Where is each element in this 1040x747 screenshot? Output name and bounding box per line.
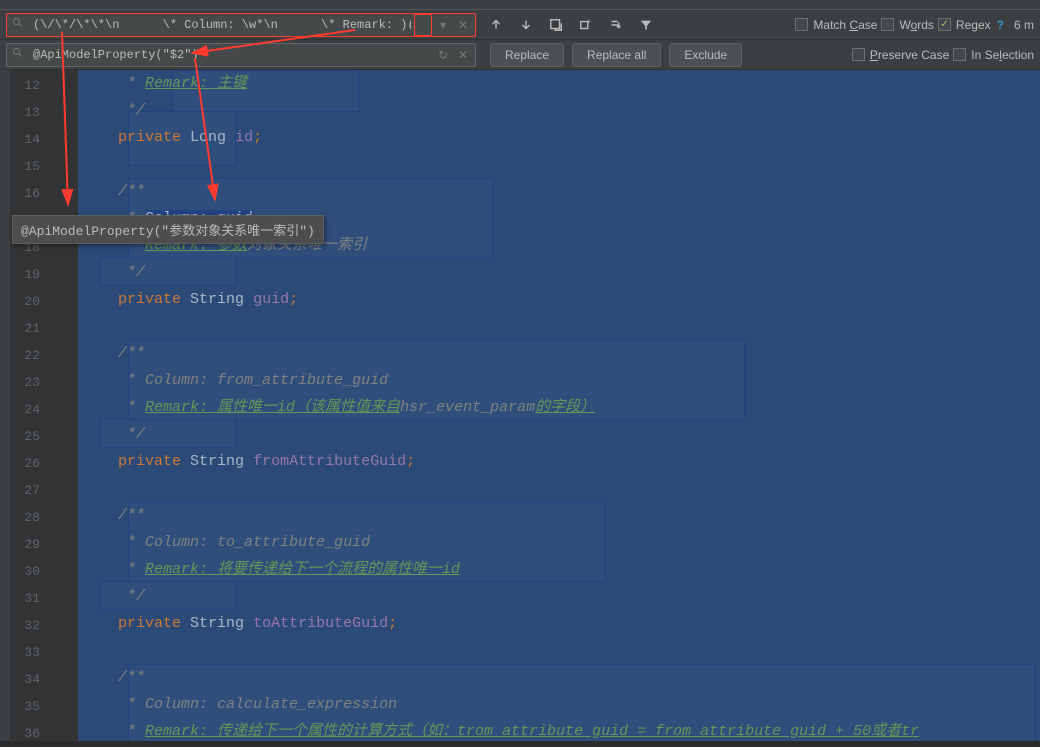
match-case-checkbox[interactable]: Match Case <box>795 18 877 32</box>
tab-strip <box>0 0 1040 10</box>
code-line[interactable] <box>78 475 1040 502</box>
line-number: 14 <box>10 126 62 153</box>
replace-history-icon[interactable]: ↻ <box>434 46 452 64</box>
replace-input-wrap: ↻ ✕ <box>6 43 476 67</box>
line-number: 22 <box>10 342 62 369</box>
line-number: 20 <box>10 288 62 315</box>
find-bar: ▾ ✕ + Match Case Words Regex ? 6 m <box>0 10 1040 40</box>
line-number: 36 <box>10 720 62 747</box>
tool-window-stripe[interactable] <box>0 70 10 741</box>
code-line[interactable]: /** <box>78 664 1040 691</box>
line-number: 28 <box>10 504 62 531</box>
replace-all-button[interactable]: Replace all <box>572 43 661 67</box>
code-area[interactable]: * Remark: 主键 */ private Long id; /** * C… <box>78 70 1040 741</box>
code-line[interactable]: /** <box>78 340 1040 367</box>
in-selection-checkbox[interactable]: In Selection <box>953 48 1034 62</box>
code-line[interactable]: * Column: to_attribute_guid <box>78 529 1040 556</box>
line-number: 21 <box>10 315 62 342</box>
preserve-case-checkbox[interactable]: Preserve Case <box>852 48 949 62</box>
add-selection-icon[interactable]: + <box>576 15 596 35</box>
line-number: 27 <box>10 477 62 504</box>
code-line[interactable] <box>78 151 1040 178</box>
clear-find-icon[interactable]: ✕ <box>454 16 472 34</box>
code-line[interactable]: * Remark: 传递给下一个属性的计算方式（如：trom_attribute… <box>78 718 1040 741</box>
regex-help-icon[interactable]: ? <box>997 18 1004 32</box>
code-line[interactable]: private String guid; <box>78 286 1040 313</box>
code-line[interactable]: * Column: calculate_expression <box>78 691 1040 718</box>
line-number: 32 <box>10 612 62 639</box>
code-line[interactable]: * Remark: 将要传递给下一个流程的属性唯一id <box>78 556 1040 583</box>
code-line[interactable]: */ <box>78 97 1040 124</box>
code-line[interactable]: private Long id; <box>78 124 1040 151</box>
match-count: 6 m <box>1014 18 1034 32</box>
line-number: 26 <box>10 450 62 477</box>
end-of-pattern-marker <box>414 14 432 36</box>
words-checkbox[interactable]: Words <box>881 18 933 32</box>
line-number: 35 <box>10 693 62 720</box>
select-all-icon[interactable] <box>546 15 566 35</box>
code-line[interactable] <box>78 313 1040 340</box>
replace-preview-tooltip: @ApiModelProperty("参数对象关系唯一索引") <box>12 215 324 244</box>
history-dropdown-icon[interactable]: ▾ <box>434 16 452 34</box>
code-line[interactable] <box>78 637 1040 664</box>
code-line[interactable]: /** <box>78 178 1040 205</box>
fold-column[interactable] <box>62 70 78 741</box>
replace-button[interactable]: Replace <box>490 43 564 67</box>
code-line[interactable]: * Remark: 主键 <box>78 70 1040 97</box>
find-input-wrap: ▾ ✕ <box>6 13 476 37</box>
editor-area: 1213141516171819202122232425262728293031… <box>0 70 1040 741</box>
line-number: 16 <box>10 180 62 207</box>
line-number: 33 <box>10 639 62 666</box>
svg-text:+: + <box>587 18 591 25</box>
line-number: 13 <box>10 99 62 126</box>
line-number: 23 <box>10 369 62 396</box>
next-match-icon[interactable] <box>516 15 536 35</box>
code-line[interactable]: * Column: from_attribute_guid <box>78 367 1040 394</box>
code-line[interactable]: */ <box>78 583 1040 610</box>
line-number: 19 <box>10 261 62 288</box>
code-line[interactable]: */ <box>78 421 1040 448</box>
line-number: 31 <box>10 585 62 612</box>
search-icon <box>7 17 29 33</box>
line-number: 25 <box>10 423 62 450</box>
exclude-button[interactable]: Exclude <box>669 43 742 67</box>
replace-input[interactable] <box>29 48 434 62</box>
code-line[interactable]: private String fromAttributeGuid; <box>78 448 1040 475</box>
code-line[interactable]: */ <box>78 259 1040 286</box>
filter-icon[interactable] <box>636 15 656 35</box>
clear-replace-icon[interactable]: ✕ <box>454 46 472 64</box>
line-number: 24 <box>10 396 62 423</box>
code-line[interactable]: private String toAttributeGuid; <box>78 610 1040 637</box>
line-number: 34 <box>10 666 62 693</box>
code-line[interactable]: /** <box>78 502 1040 529</box>
regex-checkbox[interactable]: Regex <box>938 18 991 32</box>
prev-match-icon[interactable] <box>486 15 506 35</box>
line-number: 12 <box>10 72 62 99</box>
line-number: 29 <box>10 531 62 558</box>
gutter[interactable]: 1213141516171819202122232425262728293031… <box>10 70 62 741</box>
toggle-multiline-icon[interactable] <box>606 15 626 35</box>
code-line[interactable]: * Remark: 属性唯一id（该属性值来自hsr_event_param的字… <box>78 394 1040 421</box>
line-number: 15 <box>10 153 62 180</box>
line-number: 30 <box>10 558 62 585</box>
find-input[interactable] <box>29 18 415 32</box>
replace-bar: ↻ ✕ Replace Replace all Exclude Preserve… <box>0 40 1040 70</box>
replace-icon <box>7 47 29 63</box>
